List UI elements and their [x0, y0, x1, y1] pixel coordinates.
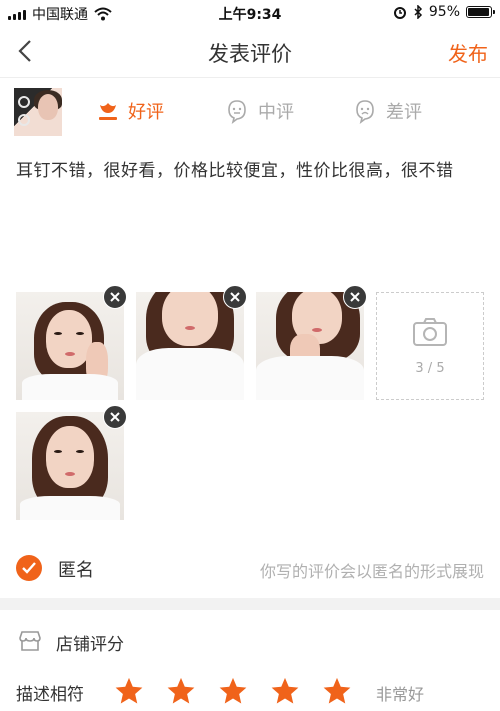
close-icon [230, 292, 240, 302]
anonymous-checkbox[interactable] [16, 555, 42, 581]
star-icon[interactable] [218, 676, 248, 706]
store-icon [19, 631, 41, 651]
flower-icon [99, 103, 117, 120]
status-bar: 中国联通 上午9:34 95% [0, 0, 500, 24]
anonymous-row: 匿名 你写的评价会以匿名的形式展现 [0, 540, 500, 596]
anonymous-label: 匿名 [58, 560, 94, 581]
tab-bad-label: 差评 [386, 102, 422, 123]
remove-photo-button[interactable] [103, 285, 127, 309]
check-icon [22, 562, 36, 574]
close-icon [350, 292, 360, 302]
remove-photo-button[interactable] [343, 285, 367, 309]
description-rating-label: 描述相符 [16, 685, 84, 705]
anonymous-hint: 你写的评价会以匿名的形式展现 [259, 562, 484, 581]
review-photo[interactable] [256, 292, 364, 400]
shop-rating-header: 店铺评分 [0, 620, 500, 662]
shop-rating-title: 店铺评分 [56, 635, 124, 655]
bluetooth-icon [414, 5, 422, 19]
section-divider [0, 598, 500, 610]
remove-photo-button[interactable] [223, 285, 247, 309]
star-icon[interactable] [270, 676, 300, 706]
page-title: 发表评价 [208, 42, 292, 66]
rating-selector: 好评 中评 差评 [0, 80, 500, 140]
camera-icon [413, 317, 447, 346]
battery-percent: 95% [428, 4, 460, 20]
star-icon[interactable] [114, 676, 144, 706]
close-icon [110, 412, 120, 422]
tab-neutral-label: 中评 [258, 102, 294, 123]
photo-count: 3 / 5 [415, 360, 445, 376]
tab-neutral-review[interactable]: 中评 [224, 98, 294, 124]
sad-face-icon [356, 100, 374, 124]
add-photo-button[interactable]: 3 / 5 [376, 292, 484, 400]
star-icon[interactable] [166, 676, 196, 706]
rating-text: 非常好 [376, 685, 425, 704]
tab-good-review[interactable]: 好评 [96, 98, 164, 124]
alarm-icon [393, 7, 406, 19]
publish-button[interactable]: 发布 [448, 38, 488, 67]
star-icon[interactable] [322, 676, 352, 706]
nav-bar: 发表评价 发布 [0, 26, 500, 78]
tab-good-label: 好评 [128, 102, 164, 123]
description-rating-row: 描述相符 非常好 [0, 672, 500, 711]
neutral-face-icon [228, 100, 246, 124]
review-photo[interactable] [16, 292, 124, 400]
close-icon [110, 292, 120, 302]
tab-bad-review[interactable]: 差评 [352, 98, 422, 124]
review-photo[interactable] [16, 412, 124, 520]
review-text[interactable]: 耳钉不错，很好看，价格比较便宜，性价比很高，很不错 [16, 156, 486, 181]
remove-photo-button[interactable] [103, 405, 127, 429]
review-photo[interactable] [136, 292, 244, 400]
status-right: 95% [393, 4, 495, 20]
product-thumbnail [14, 88, 62, 136]
battery-icon [466, 6, 495, 18]
